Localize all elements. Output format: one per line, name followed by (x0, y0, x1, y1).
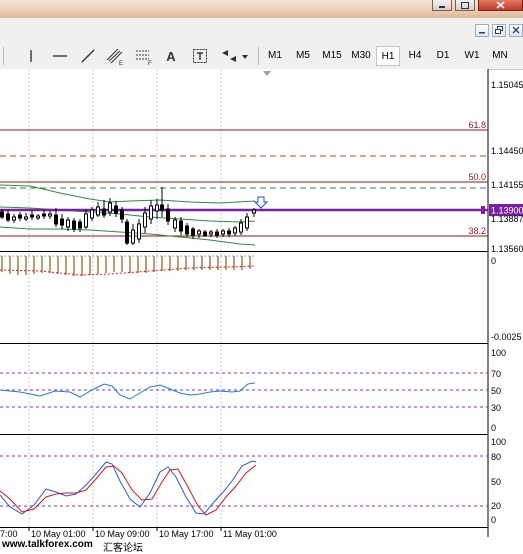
timeframe-m30[interactable]: M30 (347, 46, 375, 66)
price-axis-label: 1.15045 (491, 80, 523, 90)
arrows-icon (222, 50, 248, 62)
maximize-window-button[interactable] (455, 0, 475, 11)
svg-text:E: E (119, 61, 123, 66)
timeframe-m15[interactable]: M15 (318, 46, 346, 66)
chart-toolbar: E F A M1 M5 M15 M30 H1 H4 D1 W1 MN (0, 42, 523, 70)
price-axis-label: 1.13560 (491, 244, 523, 254)
window-title-bar (0, 0, 523, 18)
stochastic-axis-label: 50 (491, 477, 501, 487)
timeframe-h1[interactable]: H1 (376, 46, 400, 66)
minimize-window-button[interactable] (432, 0, 452, 11)
maximize-icon (461, 2, 469, 9)
text-label-icon (193, 49, 207, 63)
stochastic-axis-label: 100 (491, 437, 506, 447)
stochastic-axis-label: 20 (491, 501, 501, 511)
text-tool-label: A (166, 48, 176, 64)
text-tool[interactable]: A (162, 46, 180, 66)
stochastic-axis-label: 0 (491, 515, 496, 525)
timeframe-h4[interactable]: H4 (403, 46, 427, 66)
time-axis-label: 10 May 17:00 (159, 529, 214, 539)
watermark: www.talkforex.com 汇客论坛 (0, 539, 523, 554)
rsi-axis-label: 30 (491, 403, 501, 413)
close-icon (512, 26, 520, 34)
fib-label-61-8: 61.8 (468, 120, 486, 130)
watermark-site: www.talkforex.com (2, 539, 93, 550)
timeframe-d1[interactable]: D1 (431, 46, 455, 66)
close-icon (496, 1, 505, 9)
time-axis-label: 10 May 01:00 (31, 529, 86, 539)
chevron-down-icon (242, 55, 248, 59)
price-tag-marker (481, 206, 485, 214)
horizontal-line-icon (53, 55, 67, 57)
channel-icon: E (106, 48, 123, 66)
timeframe-m5[interactable]: M5 (290, 46, 316, 66)
mdi-restore-button[interactable] (492, 24, 506, 37)
macd-axis-label: 0 (491, 256, 496, 266)
svg-text:F: F (148, 61, 152, 66)
vertical-line-tool[interactable] (22, 46, 40, 66)
fibonacci-tool[interactable]: F (133, 46, 155, 66)
close-window-button[interactable] (478, 0, 523, 11)
toolbar-separator (258, 47, 259, 65)
rsi-axis-label: 100 (491, 348, 506, 358)
mdi-minimize-button[interactable] (475, 24, 489, 37)
timeframe-mn[interactable]: MN (487, 46, 513, 66)
horizontal-line-tool[interactable] (50, 46, 70, 66)
timeframe-w1[interactable]: W1 (459, 46, 485, 66)
arrows-tool-dropdown[interactable] (218, 46, 252, 66)
macd-axis-label: -0.0025 (491, 332, 522, 342)
vertical-line-icon (30, 50, 32, 62)
minimize-icon (479, 32, 485, 34)
time-axis-label: 11 May 01:00 (223, 529, 277, 539)
rsi-axis-label: 70 (491, 369, 501, 379)
trendline-icon (81, 49, 95, 63)
timeframe-m1[interactable]: M1 (263, 46, 287, 66)
equidistant-channel-tool[interactable]: E (104, 46, 126, 66)
rsi-axis-label: 0 (491, 423, 496, 433)
price-axis-label: 1.14450 (491, 146, 523, 156)
stochastic-axis-label: 80 (491, 452, 501, 462)
mdi-close-button[interactable] (509, 24, 523, 37)
time-axis-label: 7:00 (0, 529, 18, 539)
secondary-price-label: 1.13887 (491, 214, 523, 224)
mdi-control-bar (0, 18, 523, 43)
toolbar-separator (3, 47, 4, 65)
watermark-forum: 汇客论坛 (103, 543, 143, 554)
fib-label-38-2: 38.2 (468, 226, 486, 236)
trendline-tool[interactable] (78, 46, 98, 66)
price-axis-label: 1.14155 (491, 180, 523, 190)
chart-window[interactable]: 61.8 50.0 38.2 1.15045 1.14450 1.14155 1… (0, 69, 523, 540)
text-label-tool[interactable] (190, 46, 210, 66)
fib-label-50-0: 50.0 (468, 172, 486, 182)
time-axis-label: 10 May 09:00 (95, 529, 150, 539)
rsi-axis-label: 50 (491, 386, 501, 396)
restore-icon (495, 26, 503, 34)
minimize-icon (439, 6, 445, 8)
fibonacci-icon: F (136, 50, 152, 66)
